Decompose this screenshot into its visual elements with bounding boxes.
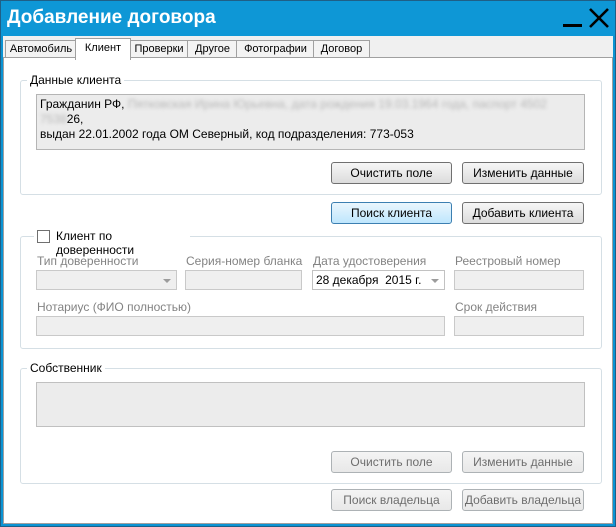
add-client-button[interactable]: Добавить клиента [462, 202, 584, 224]
certification-date-label: Дата удостоверения [313, 254, 427, 268]
owner-edit-button[interactable]: Изменить данные [462, 451, 584, 473]
search-client-button[interactable]: Поиск клиента [331, 202, 452, 224]
tab-photos[interactable]: Фотографии [236, 40, 315, 58]
client-data-legend: Данные клиента [30, 73, 122, 87]
chevron-down-icon [163, 279, 171, 283]
client-clear-button[interactable]: Очистить поле [331, 162, 452, 184]
window-client-area: Автомобиль Клиент Проверки Другое Фотогр… [3, 36, 613, 524]
proxy-checkbox[interactable] [37, 230, 50, 243]
certification-date-value: 28 декабря 2015 г. [316, 273, 422, 287]
serial-number-label: Серия-номер бланка [186, 254, 303, 268]
main-window: Добавление договора Автомобиль Клиент Пр… [0, 0, 616, 527]
client-data-textbox[interactable]: Гражданин РФ, Пятковская Ирина Юрьевна, … [36, 94, 585, 150]
tab-strip: Автомобиль Клиент Проверки Другое Фотогр… [3, 38, 613, 60]
minimize-button[interactable] [561, 7, 583, 29]
proxy-checkbox-label: Клиент по доверенности [56, 229, 135, 257]
close-icon [589, 8, 609, 28]
tab-other[interactable]: Другое [187, 40, 238, 58]
client-edit-button[interactable]: Изменить данные [462, 162, 584, 184]
title-bar: Добавление договора [1, 1, 615, 36]
close-button[interactable] [588, 7, 610, 29]
owner-textbox[interactable] [36, 382, 585, 427]
client-text-line2: выдан 22.01.2002 года ОМ Северный, код п… [40, 127, 414, 141]
window-title: Добавление договора [7, 7, 216, 28]
notary-input[interactable] [36, 316, 445, 336]
owner-legend: Собственник [30, 361, 102, 375]
proxy-type-select[interactable] [36, 270, 177, 290]
proxy-checkbox-row[interactable]: Клиент по доверенности [34, 228, 190, 257]
minimize-icon [563, 24, 582, 27]
chevron-down-icon [431, 279, 439, 283]
client-data-text: Гражданин РФ, Пятковская Ирина Юрьевна, … [37, 95, 584, 144]
client-text-line1-end: 26, [66, 112, 84, 126]
proxy-type-label: Тип доверенности [37, 254, 139, 268]
registry-number-input[interactable] [454, 270, 584, 290]
validity-input[interactable] [454, 316, 584, 336]
validity-label: Срок действия [455, 300, 538, 314]
search-owner-button[interactable]: Поиск владельца [331, 489, 452, 511]
notary-label: Нотариус (ФИО полностью) [37, 300, 192, 314]
client-tab-page: Данные клиента Гражданин РФ, Пятковская … [3, 57, 613, 524]
owner-clear-button[interactable]: Очистить поле [331, 451, 452, 473]
tab-car[interactable]: Автомобиль [5, 40, 77, 58]
tab-contract[interactable]: Договор [313, 40, 370, 58]
tab-client[interactable]: Клиент [75, 38, 131, 60]
add-owner-button[interactable]: Добавить владельца [462, 489, 584, 511]
tab-checks[interactable]: Проверки [129, 40, 189, 58]
serial-number-input[interactable] [185, 270, 302, 290]
client-text-prefix: Гражданин РФ, [40, 97, 125, 111]
registry-number-label: Реестровый номер [455, 254, 561, 268]
certification-date-picker[interactable]: 28 декабря 2015 г. [312, 270, 445, 290]
